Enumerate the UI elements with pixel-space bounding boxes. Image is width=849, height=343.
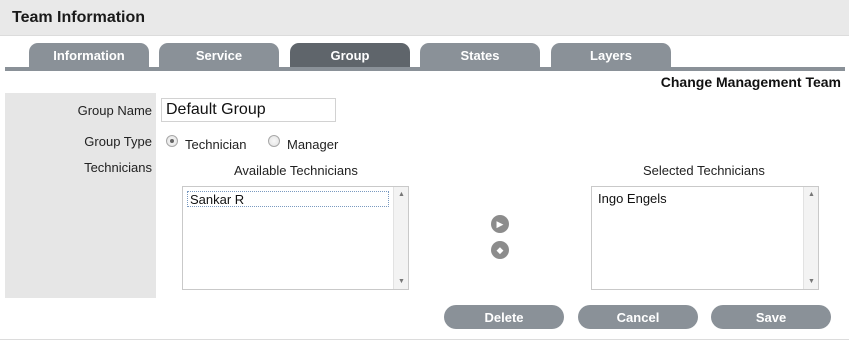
tab-divider [5,67,845,71]
bottom-divider [0,339,849,340]
scrollbar[interactable]: ▲ ▼ [393,187,408,289]
group-name-input[interactable] [161,98,336,122]
group-type-label: Group Type [84,134,152,149]
manager-radio[interactable] [268,135,280,147]
page-title: Team Information [12,9,146,26]
diamond-arrow-icon: ◆ [496,244,504,255]
save-button[interactable]: Save [711,305,831,329]
play-arrow-icon: ▶ [496,218,504,229]
scroll-down-icon[interactable]: ▼ [398,278,405,285]
group-name-label: Group Name [77,103,152,118]
available-technicians-heading: Available Technicians [234,163,358,178]
scroll-up-icon[interactable]: ▲ [398,191,405,198]
tab-group[interactable]: Group [290,43,410,67]
cancel-button[interactable]: Cancel [578,305,698,329]
page-header: Team Information [0,0,849,36]
selected-technicians-heading: Selected Technicians [643,163,765,178]
remove-technician-button[interactable]: ◆ [491,241,509,259]
label-panel [5,93,156,298]
technician-radio[interactable] [166,135,178,147]
scrollbar[interactable]: ▲ ▼ [803,187,818,289]
scroll-up-icon[interactable]: ▲ [808,191,815,198]
technicians-label: Technicians [84,160,152,175]
technician-radio-label[interactable]: Technician [185,137,246,152]
manager-radio-label[interactable]: Manager [287,137,338,152]
tab-service[interactable]: Service [159,43,279,67]
delete-button[interactable]: Delete [444,305,564,329]
team-name-heading: Change Management Team [660,74,841,90]
tab-states[interactable]: States [420,43,540,67]
available-technicians-list[interactable]: Sankar R ▲ ▼ [182,186,409,290]
add-technician-button[interactable]: ▶ [491,215,509,233]
scroll-down-icon[interactable]: ▼ [808,278,815,285]
tab-layers[interactable]: Layers [551,43,671,67]
selected-technicians-list[interactable]: Ingo Engels ▲ ▼ [591,186,819,290]
tab-information[interactable]: Information [29,43,149,67]
list-item[interactable]: Sankar R [187,191,389,207]
list-item[interactable]: Ingo Engels [596,191,669,207]
